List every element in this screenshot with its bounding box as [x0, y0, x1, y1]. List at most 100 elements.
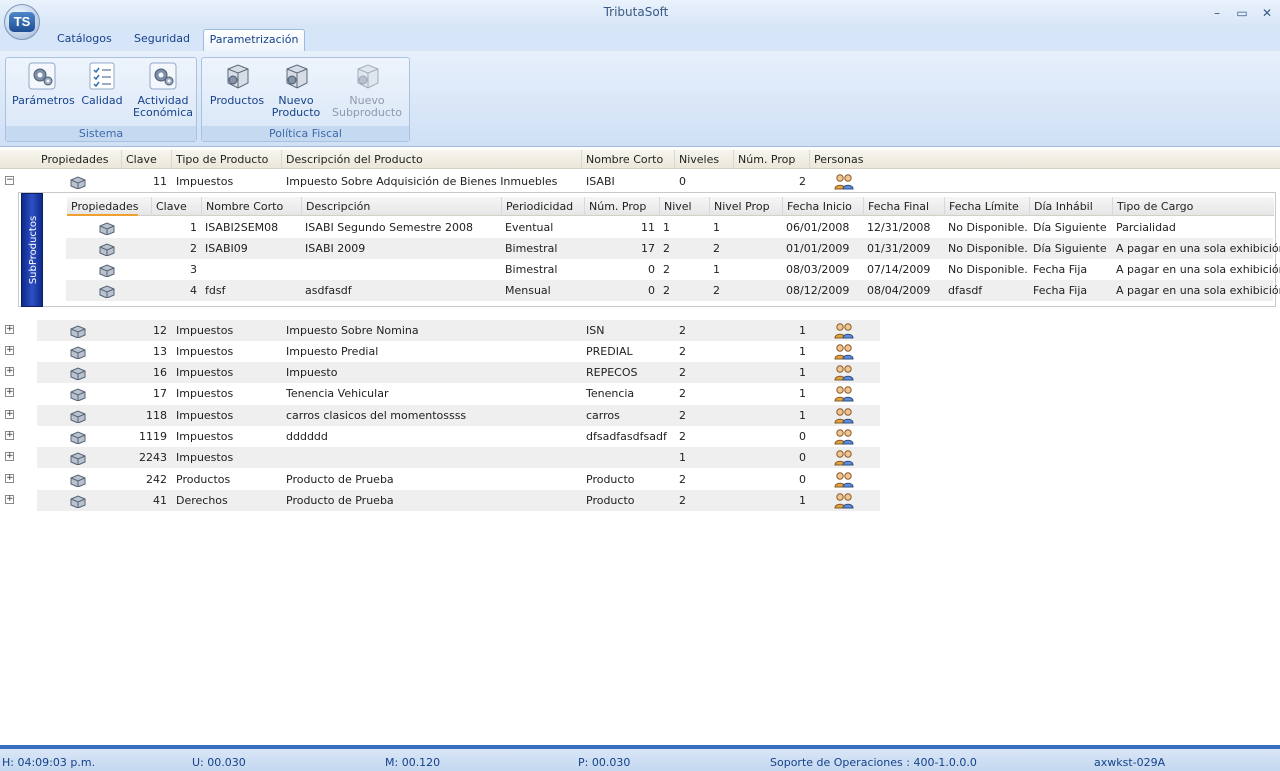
expand-button[interactable]: +	[5, 495, 14, 504]
people-icon[interactable]	[834, 364, 854, 381]
cell-clave: 2	[190, 242, 197, 255]
parametros-button[interactable]: Parámetros	[12, 61, 75, 107]
expand-button[interactable]: +	[5, 325, 14, 334]
table-row[interactable]: 11 Impuestos Impuesto Sobre Adquisición …	[37, 171, 880, 192]
col-personas[interactable]: Personas	[809, 150, 863, 169]
cell-nivel: 1	[663, 221, 670, 234]
subcol-propiedades[interactable]: Propiedades	[67, 197, 139, 216]
app-logo-button[interactable]: TS	[4, 4, 40, 40]
subcol-clave[interactable]: Clave	[151, 197, 187, 216]
table-row[interactable]: 2243 Impuestos 1 0	[37, 447, 880, 468]
subcol-fecha-inicio[interactable]: Fecha Inicio	[782, 197, 852, 216]
actividad-economica-button[interactable]: Actividad Económica	[132, 61, 194, 119]
table-row[interactable]: 12 Impuestos Impuesto Sobre Nomina ISN 2 1	[37, 320, 880, 341]
box-gear-icon[interactable]	[69, 430, 87, 444]
subcol-num-prop[interactable]: Núm. Prop	[584, 197, 646, 216]
maximize-button[interactable]: ▭	[1235, 6, 1249, 20]
table-row[interactable]: 118 Impuestos carros clasicos del momentos…	[37, 405, 880, 426]
subcol-periodicidad[interactable]: Periodicidad	[501, 197, 573, 216]
people-icon[interactable]	[834, 407, 854, 424]
table-row[interactable]: 242 Productos Producto de Prueba Producto 2 0	[37, 469, 880, 490]
col-num-prop[interactable]: Núm. Prop	[733, 150, 795, 169]
box-gear-icon[interactable]	[98, 263, 116, 277]
col-propiedades[interactable]: Propiedades	[37, 150, 108, 169]
expand-button[interactable]: +	[5, 410, 14, 419]
box-gear-icon[interactable]	[69, 175, 87, 189]
tab-catalogos[interactable]: Catálogos	[53, 29, 112, 51]
tab-seguridad[interactable]: Seguridad	[130, 29, 190, 51]
ribbon-group-label: Política Fiscal	[202, 126, 409, 141]
cell-clave: 1	[190, 221, 197, 234]
cell-nivel-prop: 1	[713, 221, 720, 234]
cell-descripcion: Producto de Prueba	[286, 473, 394, 486]
subproducto-row[interactable]: 1 ISABI2SEM08 ISABI Segundo Semestre 2008 E…	[66, 217, 1273, 238]
cell-dia-inhabil: Día Siguiente	[1033, 221, 1107, 234]
cell-num-prop: 0	[648, 263, 655, 276]
box-gear-icon[interactable]	[69, 451, 87, 465]
expand-button[interactable]: +	[5, 431, 14, 440]
subproducto-row[interactable]: 4 fdsf asdfasdf Mensual 0 2 2 08/12/2009 08/04/2…	[66, 280, 1280, 301]
people-icon[interactable]	[834, 343, 854, 360]
box-gear-icon[interactable]	[69, 345, 87, 359]
subcol-dia-inhabil[interactable]: Día Inhábil	[1029, 197, 1093, 216]
subcol-nivel[interactable]: Nivel	[659, 197, 692, 216]
people-icon[interactable]	[834, 471, 854, 488]
subproducto-row[interactable]: 2 ISABI09 ISABI 2009 Bimestral 17 2 2 01/01/200…	[66, 238, 1280, 259]
cell-nombre-corto: ISN	[586, 324, 605, 337]
title-bar: TributaSoft – ▭ ✕	[0, 0, 1280, 28]
box-gear-icon[interactable]	[69, 473, 87, 487]
col-nombre-corto[interactable]: Nombre Corto	[581, 150, 663, 169]
table-row[interactable]: 17 Impuestos Tenencia Vehicular Tenencia 2 1	[37, 383, 880, 404]
box-gear-icon[interactable]	[98, 242, 116, 256]
calidad-button[interactable]: Calidad	[76, 61, 128, 107]
subcol-nombre-corto[interactable]: Nombre Corto	[201, 197, 283, 216]
col-descripcion[interactable]: Descripción del Producto	[281, 150, 423, 169]
subcol-fecha-final[interactable]: Fecha Final	[863, 197, 929, 216]
expand-button[interactable]: +	[5, 388, 14, 397]
cube-gear-icon	[227, 64, 249, 89]
col-niveles[interactable]: Niveles	[674, 150, 719, 169]
nuevo-subproducto-button[interactable]: Nuevo Subproducto	[330, 61, 404, 119]
col-tipo-producto[interactable]: Tipo de Producto	[171, 150, 268, 169]
table-row[interactable]: 13 Impuestos Impuesto Predial PREDIAL 2 1	[37, 341, 880, 362]
subproducto-row[interactable]: 3 Bimestral 0 2 1 08/03/2009 07/14/2009 No Disp…	[66, 259, 1280, 280]
table-row[interactable]: 41 Derechos Producto de Prueba Producto 2 1	[37, 490, 880, 511]
people-icon[interactable]	[834, 173, 854, 190]
box-gear-icon[interactable]	[69, 366, 87, 380]
box-gear-icon[interactable]	[69, 324, 87, 338]
expand-button[interactable]: +	[5, 346, 14, 355]
subcol-tipo-cargo[interactable]: Tipo de Cargo	[1112, 197, 1193, 216]
status-u: U: 00.030	[192, 756, 246, 769]
people-icon[interactable]	[834, 385, 854, 402]
box-gear-icon[interactable]	[69, 494, 87, 508]
people-icon[interactable]	[834, 449, 854, 466]
box-gear-icon[interactable]	[69, 409, 87, 423]
box-gear-icon[interactable]	[98, 221, 116, 235]
cell-nombre-corto: PREDIAL	[586, 345, 633, 358]
box-gear-icon[interactable]	[98, 284, 116, 298]
subcol-fecha-limite[interactable]: Fecha Límite	[944, 197, 1019, 216]
nuevo-producto-button[interactable]: Nuevo Producto	[268, 61, 324, 119]
status-workstation: axwkst-029A	[1094, 756, 1166, 769]
app-logo-text: TS	[9, 12, 35, 32]
expand-button[interactable]: +	[5, 367, 14, 376]
productos-button[interactable]: Productos	[208, 61, 266, 107]
minimize-button[interactable]: –	[1210, 6, 1224, 20]
col-clave[interactable]: Clave	[121, 150, 157, 169]
cell-dia-inhabil: Fecha Fija	[1033, 284, 1088, 297]
expand-button[interactable]: +	[5, 452, 14, 461]
expand-button[interactable]: +	[5, 474, 14, 483]
people-icon[interactable]	[834, 492, 854, 509]
people-icon[interactable]	[834, 428, 854, 445]
table-row[interactable]: 16 Impuestos Impuesto REPECOS 2 1	[37, 362, 880, 383]
table-row[interactable]: 1119 Impuestos dddddd dfsadfasdfsadf 2 0	[37, 426, 880, 447]
subproductos-tab[interactable]: SubProductos	[21, 193, 43, 307]
close-button[interactable]: ✕	[1260, 6, 1274, 20]
tab-parametrizacion[interactable]: Parametrización	[203, 29, 305, 51]
subcol-nivel-prop[interactable]: Nivel Prop	[709, 197, 770, 216]
cell-num-prop: 1	[799, 366, 806, 379]
box-gear-icon[interactable]	[69, 387, 87, 401]
people-icon[interactable]	[834, 322, 854, 339]
collapse-button[interactable]: −	[5, 176, 14, 185]
subcol-descripcion[interactable]: Descripción	[301, 197, 370, 216]
